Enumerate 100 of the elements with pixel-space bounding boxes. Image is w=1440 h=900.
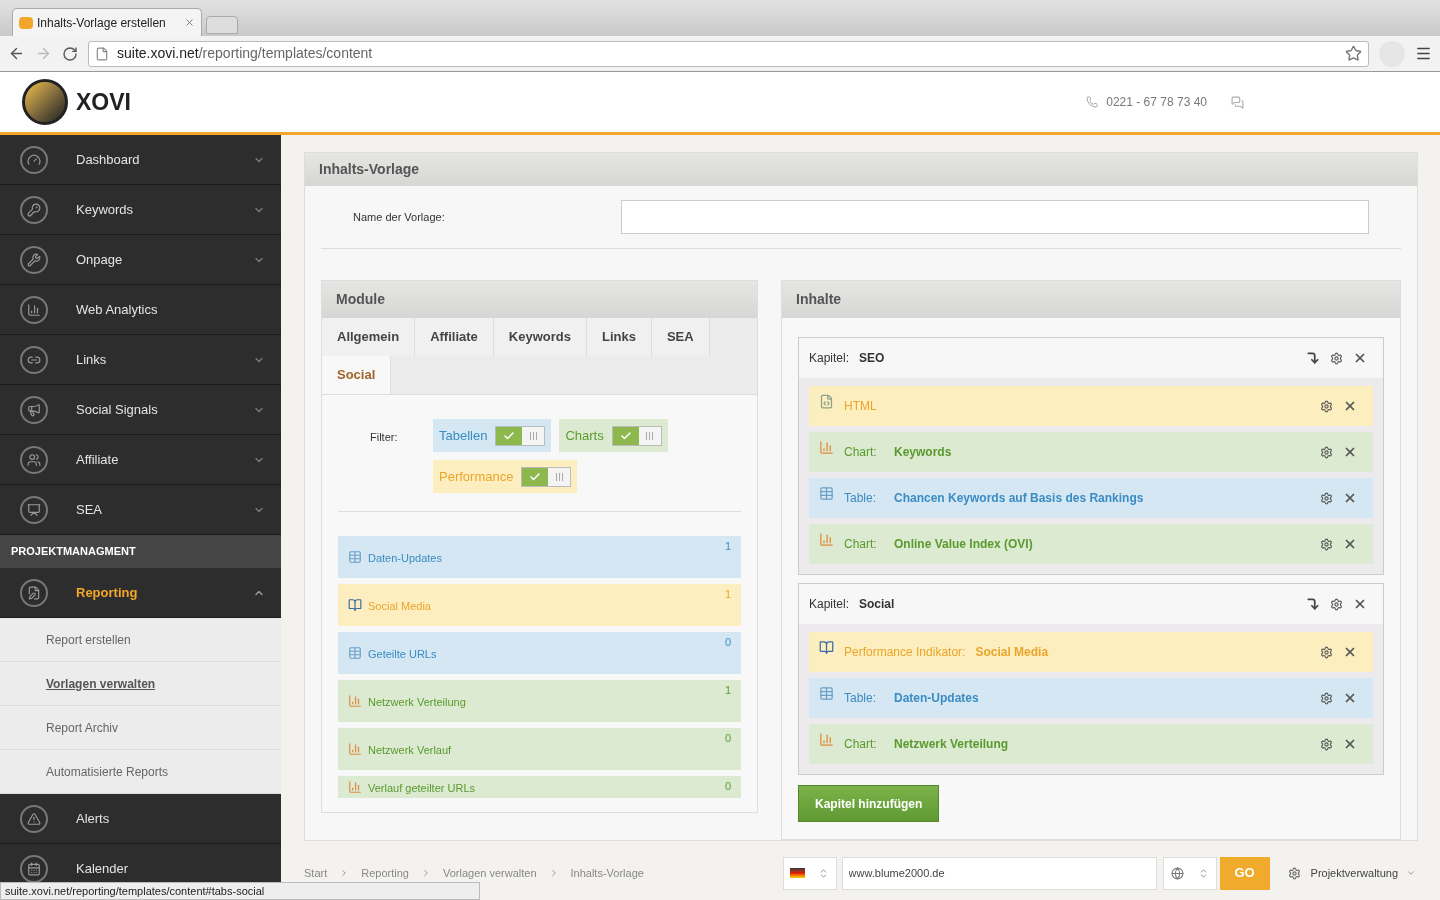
phone-icon	[1086, 96, 1099, 108]
check-icon	[619, 429, 632, 442]
check-icon	[529, 470, 542, 483]
close-icon[interactable]	[1343, 537, 1357, 551]
menu-item-icon	[20, 195, 48, 224]
content-row: Chart: Netzwerk Verteilung	[809, 724, 1373, 764]
logo-text: XOVI	[76, 87, 131, 117]
chapter-label: Kapitel:	[809, 350, 850, 367]
content-row: Chart: Keywords	[809, 432, 1373, 472]
settings-icon[interactable]	[1320, 399, 1333, 413]
close-icon[interactable]	[1343, 691, 1357, 705]
language-select[interactable]	[1162, 856, 1217, 890]
project-menu-button[interactable]: Projektverwaltung	[1310, 864, 1416, 882]
url-status-tooltip: suite.xovi.net/reporting/templates/content#tabs-social	[0, 882, 480, 900]
module-type-icon	[819, 394, 834, 409]
address-field[interactable]: suite.xovi.net/reporting/templates/content	[88, 40, 1369, 67]
flag-icon	[790, 868, 806, 878]
reload-icon[interactable]	[62, 45, 78, 62]
menu-item-icon	[20, 345, 48, 374]
settings-icon[interactable]	[1320, 737, 1333, 751]
close-icon[interactable]	[1343, 399, 1357, 413]
module-type-icon	[819, 486, 834, 501]
usage-count: 1	[724, 539, 731, 554]
module-type-icon	[348, 780, 362, 794]
close-icon[interactable]	[1343, 491, 1357, 505]
template-name-field[interactable]	[621, 200, 1369, 235]
menu-item-icon	[20, 145, 48, 174]
close-icon[interactable]	[1353, 597, 1367, 611]
bookmark-star-icon[interactable]	[1345, 45, 1362, 62]
menu-item-icon	[20, 445, 48, 474]
close-icon[interactable]	[1343, 737, 1357, 751]
module-type-icon	[819, 440, 834, 455]
settings-icon[interactable]	[1320, 537, 1333, 551]
check-icon	[503, 429, 516, 442]
settings-icon[interactable]	[1320, 445, 1333, 459]
move-icon[interactable]	[1306, 597, 1320, 611]
menu-item-icon	[20, 295, 48, 324]
menu-icon[interactable]	[1415, 45, 1432, 62]
settings-icon[interactable]	[1320, 645, 1333, 659]
module-type-icon	[348, 646, 362, 660]
chapter-label: Kapitel:	[809, 596, 850, 613]
submenu-item[interactable]: Automatisierte Reports	[0, 750, 281, 794]
usage-count: 0	[724, 731, 731, 746]
move-icon[interactable]	[1306, 351, 1320, 365]
submenu-item[interactable]: Report erstellen	[0, 618, 281, 662]
grip-icon	[555, 472, 563, 481]
browser-tab[interactable]: Inhalts-Vorlage erstellen	[12, 8, 202, 36]
menu-item-icon	[20, 578, 48, 607]
menu-item-icon	[20, 804, 48, 833]
back-icon[interactable]	[8, 45, 25, 62]
menu-item-icon	[20, 495, 48, 524]
settings-icon[interactable]	[1320, 691, 1333, 705]
submenu-item[interactable]: Report Archiv	[0, 706, 281, 750]
settings-icon[interactable]	[1330, 351, 1343, 365]
grip-icon	[529, 431, 537, 440]
country-select[interactable]	[782, 856, 837, 890]
caret-icon	[1406, 868, 1416, 878]
content-row: Performance Indikator: Social Media	[809, 632, 1373, 672]
settings-icon[interactable]	[1330, 597, 1343, 611]
grip-icon	[646, 431, 654, 440]
section-header: PROJEKTMANAGMENT	[0, 535, 281, 568]
module-tab[interactable]: Allgemein	[322, 318, 416, 356]
content-row: HTML	[809, 386, 1373, 426]
content-row: Table: Daten-Updates	[809, 678, 1373, 718]
module-type-icon	[819, 686, 834, 701]
module-type-icon	[348, 742, 362, 756]
menu-item-icon	[20, 395, 48, 424]
module-tab[interactable]: Social	[322, 356, 392, 394]
module-type-icon	[348, 598, 362, 612]
module-tab[interactable]: Keywords	[493, 318, 587, 356]
module-tab[interactable]: SEA	[651, 318, 710, 356]
module-type-icon	[348, 550, 362, 564]
domain-field[interactable]: www.blume2000.de	[841, 856, 1157, 890]
logo-icon	[22, 79, 68, 125]
usage-count: 1	[724, 587, 731, 602]
submenu-item[interactable]: Vorlagen verwalten	[0, 662, 281, 706]
usage-count: 0	[724, 779, 731, 794]
module-type-icon	[819, 532, 834, 547]
module-tab[interactable]: Affiliate	[415, 318, 494, 356]
content-row: Chart: Online Value Index (OVI)	[809, 524, 1373, 564]
globe-icon	[1170, 866, 1184, 880]
content-row: Table: Chancen Keywords auf Basis des Rankings	[809, 478, 1373, 518]
panel-header: Inhalte	[782, 281, 1400, 318]
chapter-name: Social	[859, 596, 895, 613]
module-type-icon	[348, 694, 362, 708]
settings-icon	[1287, 866, 1301, 880]
module-type-icon	[819, 640, 834, 655]
phone-number: 0221 - 67 78 73 40	[1106, 94, 1207, 111]
close-icon[interactable]	[1343, 645, 1357, 659]
usage-count: 1	[724, 683, 731, 698]
settings-icon[interactable]	[1320, 491, 1333, 505]
module-type-icon	[819, 732, 834, 747]
favicon-icon	[19, 16, 33, 29]
close-icon[interactable]	[1353, 351, 1367, 365]
module-tab[interactable]: Links	[586, 318, 652, 356]
close-icon[interactable]	[1343, 445, 1357, 459]
field-label: Name der Vorlage:	[353, 209, 446, 225]
panel-header: Module	[322, 281, 757, 318]
close-icon[interactable]	[184, 17, 195, 28]
filter-label: Filter:	[370, 430, 399, 445]
